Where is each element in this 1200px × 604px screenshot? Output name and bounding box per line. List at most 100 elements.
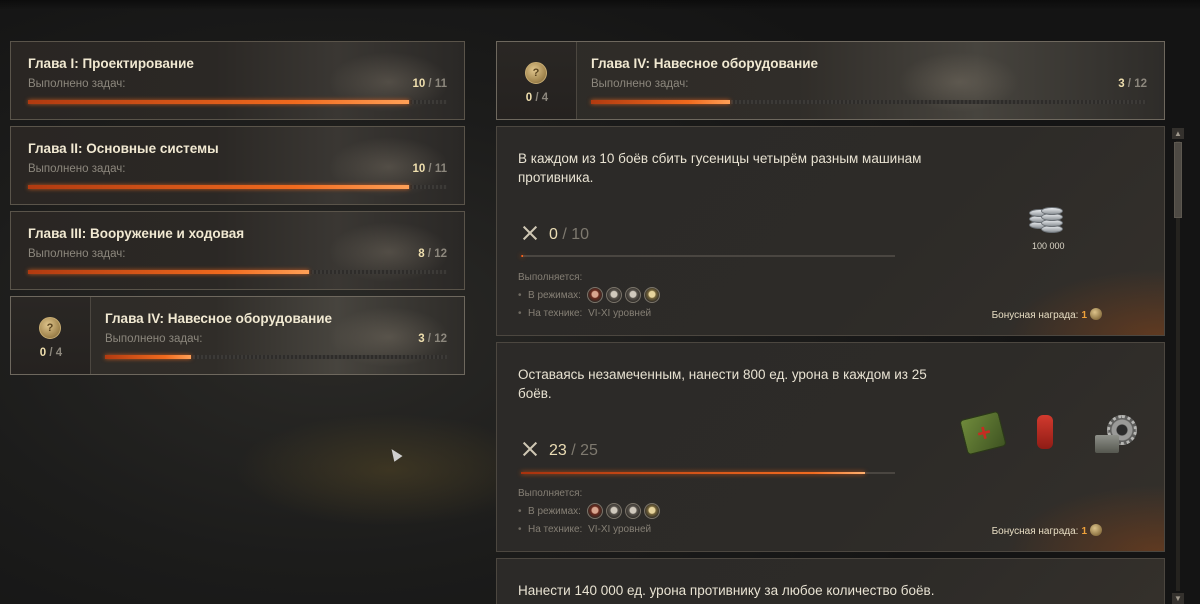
credits-icon[interactable] bbox=[1025, 199, 1065, 239]
conditions-title: Выполняется: bbox=[518, 488, 583, 499]
crossed-swords-icon bbox=[521, 224, 539, 242]
bonus-reward: Бонусная награда: 1 bbox=[992, 308, 1102, 321]
chapter-total-count: 11 bbox=[434, 163, 447, 175]
scroll-thumb[interactable] bbox=[1174, 142, 1182, 218]
token-done-count: 0 bbox=[39, 347, 47, 359]
chapter-token-icon: ? bbox=[39, 317, 61, 339]
battle-mode-icon[interactable] bbox=[605, 287, 622, 304]
header-progress-count: 3 / 12 bbox=[1118, 78, 1147, 90]
task-progress-fill bbox=[521, 472, 866, 474]
task-conditions: Выполняется: В режимах: На технике: VI-X… bbox=[518, 485, 663, 539]
chapter-done-count: 10 bbox=[412, 163, 426, 175]
battle-mode-icon[interactable] bbox=[624, 287, 641, 304]
task-progress-count: 23 / 25 bbox=[521, 440, 598, 460]
chapter-total-count: 11 bbox=[434, 78, 447, 90]
scroll-up-icon[interactable]: ▲ bbox=[1172, 128, 1184, 139]
header-progress-bar bbox=[591, 100, 1147, 104]
bonus-label: Бонусная награда: bbox=[991, 526, 1079, 537]
tech-value: VI-XI уровней bbox=[588, 524, 652, 535]
chapter-progress-bar bbox=[105, 355, 447, 359]
chapter-title: Глава II: Основные системы bbox=[28, 141, 219, 156]
chapter-title: Глава IV: Навесное оборудование bbox=[105, 311, 333, 326]
tech-label: На технике: bbox=[528, 308, 583, 319]
bonus-token-icon bbox=[1090, 308, 1102, 320]
bonus-reward: Бонусная награда: 1 bbox=[992, 524, 1102, 537]
fire-extinguisher-icon[interactable] bbox=[1037, 415, 1053, 449]
task-description: В каждом из 10 боёв сбить гусеницы четыр… bbox=[518, 151, 922, 185]
chapter-progress-bar bbox=[28, 185, 447, 189]
header-progress-label: Выполнено задач: bbox=[591, 78, 689, 90]
top-shadow bbox=[0, 0, 1200, 10]
task-total-count: 10 bbox=[571, 226, 590, 243]
modes-label: В режимах: bbox=[528, 506, 581, 517]
token-total-count: 4 bbox=[55, 347, 63, 359]
battle-mode-red-icon[interactable] bbox=[586, 503, 603, 520]
task-card-2[interactable]: Оставаясь незамеченным, нанести 800 ед. … bbox=[496, 342, 1165, 552]
task-description: Оставаясь незамеченным, нанести 800 ед. … bbox=[518, 367, 927, 401]
bonus-amount: 1 bbox=[1081, 310, 1087, 321]
task-progress-bar bbox=[521, 472, 895, 474]
chapter-done-count: 3 bbox=[418, 333, 425, 345]
chapter-badge: ? 0 / 4 bbox=[497, 42, 577, 119]
conditions-title: Выполняется: bbox=[518, 272, 583, 283]
battle-mode-gold-icon[interactable] bbox=[643, 287, 660, 304]
modes-row: В режимах: bbox=[518, 503, 663, 521]
selected-chapter-header: ? 0 / 4 Глава IV: Навесное оборудование … bbox=[496, 41, 1165, 120]
header-total-count: 12 bbox=[1134, 78, 1147, 90]
chapter-title: Глава III: Вооружение и ходовая bbox=[28, 226, 245, 241]
token-done-count: 0 bbox=[525, 92, 533, 104]
task-progress-bar bbox=[521, 255, 895, 257]
chapter-progress-fill bbox=[28, 185, 410, 189]
chapter-card-4[interactable]: ? 0 / 4 Глава IV: Навесное оборудование … bbox=[10, 296, 465, 375]
chapter-card-1[interactable]: Глава I: Проектирование Выполнено задач:… bbox=[10, 41, 465, 120]
battle-mode-icon[interactable] bbox=[624, 503, 641, 520]
header-title: Глава IV: Навесное оборудование bbox=[591, 56, 819, 71]
chapter-progress-count: 8 / 12 bbox=[418, 248, 447, 260]
chapter-token-count: 0 / 4 bbox=[525, 92, 549, 104]
tech-label: На технике: bbox=[528, 524, 583, 535]
chapter-progress-count: 3 / 12 bbox=[418, 333, 447, 345]
chapter-card-2[interactable]: Глава II: Основные системы Выполнено зад… bbox=[10, 126, 465, 205]
equipment-gear-icon[interactable] bbox=[1091, 413, 1141, 457]
header-done-count: 3 bbox=[1118, 78, 1125, 90]
chapter-progress-label: Выполнено задач: bbox=[28, 78, 126, 90]
bonus-label: Бонусная награда: bbox=[991, 310, 1079, 321]
bonus-token-icon bbox=[1090, 524, 1102, 536]
task-scrollbar[interactable]: ▲ ▼ bbox=[1172, 128, 1184, 604]
modes-label: В режимах: bbox=[528, 290, 581, 301]
tech-row: На технике: VI-XI уровней bbox=[518, 305, 663, 323]
crossed-swords-icon bbox=[521, 440, 539, 458]
modes-row: В режимах: bbox=[518, 287, 663, 305]
token-total-count: 4 bbox=[541, 92, 549, 104]
task-description: Нанести 140 000 ед. урона противнику за … bbox=[518, 583, 935, 598]
task-total-count: 25 bbox=[580, 442, 598, 459]
tech-row: На технике: VI-XI уровней bbox=[518, 521, 663, 539]
task-done-count: 0 bbox=[549, 226, 558, 243]
battle-mode-red-icon[interactable] bbox=[586, 287, 603, 304]
task-progress-count: 0 / 10 bbox=[521, 224, 589, 244]
scroll-down-icon[interactable]: ▼ bbox=[1172, 593, 1184, 604]
chapter-progress-count: 10 / 11 bbox=[412, 163, 447, 175]
task-conditions: Выполняется: В режимах: На технике: VI-X… bbox=[518, 269, 663, 323]
battle-mode-icon[interactable] bbox=[605, 503, 622, 520]
chapter-card-3[interactable]: Глава III: Вооружение и ходовая Выполнен… bbox=[10, 211, 465, 290]
chapter-title: Глава I: Проектирование bbox=[28, 56, 194, 71]
chapter-total-count: 12 bbox=[434, 333, 447, 345]
task-progress-fill bbox=[521, 255, 523, 257]
task-card-1[interactable]: В каждом из 10 боёв сбить гусеницы четыр… bbox=[496, 126, 1165, 336]
chapter-progress-fill bbox=[28, 270, 309, 274]
bonus-amount: 1 bbox=[1081, 526, 1087, 537]
task-card-3[interactable]: Нанести 140 000 ед. урона противнику за … bbox=[496, 558, 1165, 604]
first-aid-kit-icon[interactable] bbox=[959, 410, 1007, 456]
tech-value: VI-XI уровней bbox=[588, 308, 652, 319]
chapter-done-count: 10 bbox=[412, 78, 426, 90]
chapter-token-icon: ? bbox=[525, 62, 547, 84]
chapter-total-count: 12 bbox=[434, 248, 447, 260]
chapter-progress-count: 10 / 11 bbox=[412, 78, 447, 90]
battle-mode-gold-icon[interactable] bbox=[643, 503, 660, 520]
chapter-progress-fill bbox=[28, 100, 410, 104]
chapter-token-count: 0 / 4 bbox=[39, 347, 63, 359]
chapter-progress-bar bbox=[28, 100, 447, 104]
header-progress-fill bbox=[591, 100, 730, 104]
task-done-count: 23 bbox=[549, 442, 567, 459]
